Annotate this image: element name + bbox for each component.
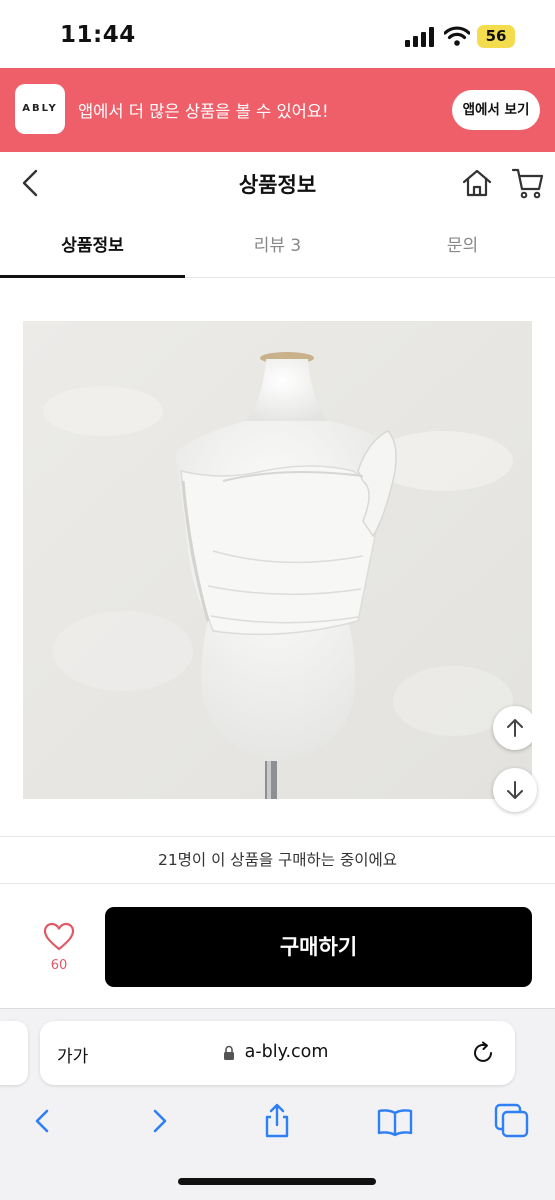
open-in-app-button[interactable]: 앱에서 보기 [452,90,540,130]
address-bar[interactable]: 가가 a-bly.com [40,1021,515,1085]
battery-indicator: 56 [477,25,515,48]
reload-icon[interactable] [470,1040,496,1066]
like-button[interactable]: 60 [36,920,82,980]
bookmarks-icon[interactable] [375,1101,415,1141]
tab-product-info[interactable]: 상품정보 [0,214,185,278]
previous-tab-preview[interactable] [0,1021,28,1085]
app-promo-banner: ABLY 앱에서 더 많은 상품을 볼 수 있어요! 앱에서 보기 [0,68,555,152]
tabs-icon[interactable] [492,1101,532,1141]
buy-button[interactable]: 구매하기 [105,907,532,987]
tab-reviews[interactable]: 리뷰 3 [185,214,370,278]
ably-logo: ABLY [15,84,65,134]
buyers-notice: 21명이 이 상품을 구매하는 중이에요 [0,836,555,884]
heart-icon [43,922,75,951]
scroll-up-button[interactable] [493,706,532,750]
tab-inquiry[interactable]: 문의 [370,214,555,278]
url-value: a-bly.com [244,1042,329,1062]
signal-icon [405,27,434,47]
status-time: 11:44 [60,22,136,48]
product-photo [23,321,532,799]
arrow-down-icon [507,781,523,799]
active-tab-indicator [0,275,185,278]
cart-icon[interactable] [511,166,545,200]
product-image [23,321,532,799]
browser-toolbar: 가가 a-bly.com [0,1008,555,1200]
browser-back-icon[interactable] [22,1101,62,1141]
home-icon[interactable] [461,167,493,199]
like-count: 60 [50,958,68,973]
browser-forward-icon[interactable] [140,1101,180,1141]
scroll-down-button[interactable] [493,768,537,812]
home-indicator [178,1178,376,1185]
product-tabs: 상품정보 리뷰 3 문의 [0,214,555,278]
arrow-up-icon [507,719,523,737]
share-icon[interactable] [257,1101,297,1141]
status-bar: 11:44 56 [0,0,555,68]
wifi-icon [444,26,470,46]
promo-message: 앱에서 더 많은 상품을 볼 수 있어요! [78,102,329,121]
page-header: 상품정보 [0,152,555,214]
url-text: a-bly.com [40,1042,515,1062]
